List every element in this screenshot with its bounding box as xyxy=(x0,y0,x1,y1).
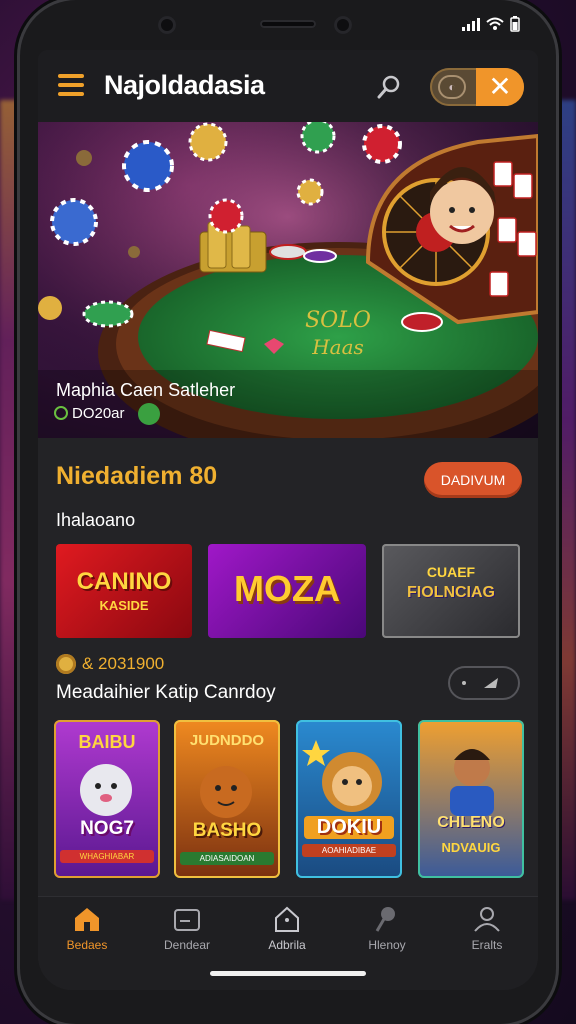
house-outline-icon xyxy=(275,906,299,932)
app-screen: Najoldadasia ◐ ✕ SOLO Haas Maphia Caen S… xyxy=(38,50,538,990)
home-icon xyxy=(75,908,99,931)
camera-icon xyxy=(158,16,176,34)
status-dot-icon xyxy=(54,406,68,420)
wallet-icon xyxy=(174,909,200,931)
game-card[interactable]: BAIBU NOG7 WHAGHIABAR xyxy=(54,720,160,878)
svg-text:SOLO: SOLO xyxy=(305,308,371,333)
home-indicator xyxy=(210,971,366,976)
section-title: Niedadiem 80 xyxy=(56,462,218,490)
nav-item-history[interactable]: Hlenoy xyxy=(342,905,432,952)
hamburger-menu-icon[interactable] xyxy=(58,74,84,96)
section-action-button[interactable]: DADIVUM xyxy=(424,462,522,498)
coin-icon xyxy=(56,654,76,674)
nav-label: Hlenoy xyxy=(368,938,406,952)
tile-title: CANINO xyxy=(76,568,172,595)
card-subtitle: AOAHIADIBAE xyxy=(302,844,396,857)
badge-icon xyxy=(138,403,160,425)
row-meta: & 2031900 xyxy=(56,654,164,674)
tile-title: CUAEF xyxy=(426,564,476,580)
next-arrow-button[interactable] xyxy=(448,666,520,700)
hero-banner[interactable]: SOLO Haas Maphia Caen Satleher DO20ar xyxy=(38,122,538,438)
pin-icon xyxy=(375,907,395,932)
wifi-icon xyxy=(486,17,504,30)
close-button[interactable]: ✕ xyxy=(476,68,524,106)
card-title: CHLENO xyxy=(437,814,505,831)
status-bar xyxy=(20,0,556,50)
card-subtitle: ADIASAIDOAN xyxy=(180,852,274,865)
card-subtitle: NDVAUIG xyxy=(441,840,501,855)
app-title: Najoldadasia xyxy=(104,70,265,100)
nav-label: Adbrila xyxy=(268,938,306,952)
card-subtitle: WHAGHIABAR xyxy=(60,850,154,863)
tile-subtitle: FIOLNCIAG xyxy=(407,584,495,601)
nav-label: Eralts xyxy=(471,938,503,952)
card-title: BASHO xyxy=(192,820,262,841)
nav-item-profile[interactable]: Eralts xyxy=(442,905,532,952)
game-tile-casino[interactable]: CANINO KASIDE xyxy=(56,544,192,638)
toggle-knob-icon: ◐ xyxy=(438,75,466,99)
game-card[interactable]: DOKIU AOAHIADIBAE xyxy=(296,720,402,878)
status-icons xyxy=(462,16,520,32)
mode-toggle[interactable]: ◐ ✕ xyxy=(430,68,524,106)
game-card[interactable]: JUDNDDO BASHO ADIASAIDOAN xyxy=(174,720,280,878)
nav-item-wallet[interactable]: Dendear xyxy=(142,905,232,952)
nav-label: Dendear xyxy=(163,938,211,952)
game-card[interactable]: CHLENO NDVAUIG xyxy=(418,720,524,878)
top-app-bar: Najoldadasia ◐ ✕ xyxy=(38,50,538,122)
user-icon xyxy=(474,907,500,932)
nav-label: Bedaes xyxy=(66,938,108,952)
tile-title: MOZA xyxy=(234,568,340,609)
row-label: Meadaihier Katip Canrdoy xyxy=(56,682,276,703)
battery-icon xyxy=(510,16,520,32)
card-title: DOKIU xyxy=(304,816,394,839)
arrow-right-icon xyxy=(462,678,498,688)
speaker-grille xyxy=(260,20,316,28)
game-tile-moza[interactable]: MOZA xyxy=(208,544,366,638)
camera-icon xyxy=(334,16,352,34)
game-tile-cuaef[interactable]: CUAEF FIOLNCIAG xyxy=(382,544,520,638)
nav-item-home[interactable]: Bedaes xyxy=(42,905,132,952)
search-icon[interactable] xyxy=(376,74,402,100)
nav-item-adbrila[interactable]: Adbrila xyxy=(242,905,332,952)
bottom-navigation: Bedaes Dendear Adbrila Hlenoy Eralts xyxy=(38,896,538,990)
card-title: NOG7 xyxy=(80,818,134,839)
section-sub-label: Ihalaoano xyxy=(56,510,136,530)
row-meta-text: & 2031900 xyxy=(82,654,165,673)
signal-icon xyxy=(462,17,480,31)
hero-subtitle: DO20ar xyxy=(72,405,125,422)
svg-text:Haas: Haas xyxy=(311,335,364,359)
hero-title: Maphia Caen Satleher xyxy=(56,380,236,400)
tile-subtitle: KASIDE xyxy=(99,598,149,613)
